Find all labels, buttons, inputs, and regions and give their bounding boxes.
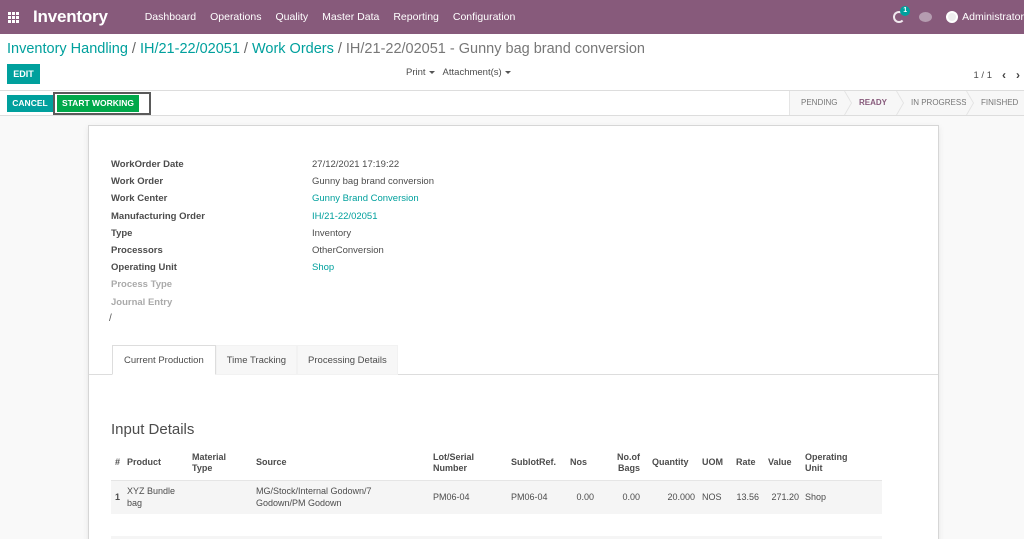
- col-source[interactable]: Source: [256, 445, 287, 481]
- print-dropdown[interactable]: Print: [406, 67, 435, 78]
- menu-item-dashboard[interactable]: Dashboard: [138, 11, 203, 23]
- cell-lot-serial: PM06-04: [433, 491, 470, 502]
- tab-processing-details[interactable]: Processing Details: [297, 345, 398, 375]
- col-lot-serial[interactable]: Lot/Serial Number: [433, 445, 488, 481]
- field-value: Inventory: [312, 227, 352, 239]
- main-menu: Dashboard Operations Quality Master Data…: [138, 11, 523, 23]
- activity-clock-icon[interactable]: 1: [893, 6, 911, 23]
- pager-value[interactable]: 1 / 1: [974, 70, 993, 81]
- form-statusbar: CANCEL START WORKING PENDING READY IN PR…: [0, 91, 1024, 116]
- col-uom[interactable]: UOM: [702, 445, 723, 481]
- top-navbar: Inventory Dashboard Operations Quality M…: [0, 0, 1024, 34]
- breadcrumb-separator: /: [337, 41, 342, 57]
- col-nos[interactable]: Nos: [570, 445, 587, 481]
- breadcrumb: Inventory Handling / IH/21-22/02051/Work O…: [7, 41, 645, 57]
- state-pipeline: PENDING READY IN PROGRESS FINISHED: [789, 91, 1024, 115]
- work-center-link[interactable]: Gunny Brand Conversion: [312, 193, 419, 204]
- table-header: # Product Material Type Source Lot/Seria…: [111, 445, 882, 481]
- attachments-dropdown[interactable]: Attachment(s): [443, 67, 511, 78]
- field-label: Process Type: [111, 279, 173, 291]
- action-dropdowns: Print Attachment(s): [406, 67, 511, 78]
- app-name[interactable]: Inventory: [33, 7, 108, 27]
- user-avatar[interactable]: [946, 11, 959, 23]
- cell-no-of-bags: 0.00: [622, 491, 640, 502]
- col-sublot-ref[interactable]: SublotRef.: [511, 445, 556, 481]
- field-label: Processors: [111, 244, 163, 256]
- form-sheet: WorkOrder Date 27/12/2021 17:19:22 Work …: [88, 125, 939, 539]
- cell-quantity: 20.000: [667, 491, 695, 502]
- print-label: Print: [406, 67, 426, 78]
- col-value[interactable]: Value: [768, 445, 792, 481]
- field-value: Gunny bag brand conversion: [312, 176, 434, 188]
- breadcrumb-separator: /: [243, 41, 248, 57]
- col-rate[interactable]: Rate: [736, 445, 756, 481]
- activity-count-badge: 1: [900, 6, 911, 16]
- table-row[interactable]: 1 XYZ Bundle bag MG/Stock/Internal Godow…: [111, 481, 882, 514]
- state-pending[interactable]: PENDING: [789, 91, 852, 115]
- cell-nos: 0.00: [576, 491, 594, 502]
- cell-rate: 13.56: [736, 491, 759, 502]
- breadcrumb-current: IH/21-22/02051 - Gunny bag brand convers…: [345, 41, 645, 57]
- control-panel: Inventory Handling / IH/21-22/02051/Work O…: [0, 34, 1024, 91]
- user-menu[interactable]: Administrator: [962, 11, 1024, 23]
- menu-item-master-data[interactable]: Master Data: [315, 11, 386, 23]
- state-finished[interactable]: FINISHED: [966, 91, 1024, 115]
- pager: 1 / 1 ‹ ›: [974, 68, 1021, 82]
- field-label: Work Order: [111, 176, 164, 188]
- breadcrumb-work-orders[interactable]: Work Orders: [252, 41, 334, 57]
- breadcrumb-manufacturing-order[interactable]: IH/21-22/02051: [140, 41, 240, 57]
- field-label: Type: [111, 227, 133, 239]
- col-no-of-bags[interactable]: No.of Bags: [606, 445, 640, 481]
- cancel-button[interactable]: CANCEL: [7, 95, 53, 112]
- menu-item-operations[interactable]: Operations: [203, 11, 268, 23]
- field-label: Manufacturing Order: [111, 210, 205, 222]
- tab-current-production[interactable]: Current Production: [112, 345, 216, 375]
- cell-value: 271.20: [771, 491, 799, 502]
- col-number[interactable]: #: [115, 445, 120, 481]
- col-quantity[interactable]: Quantity: [652, 445, 689, 481]
- field-label: WorkOrder Date: [111, 159, 184, 170]
- cell-product: XYZ Bundle bag: [127, 485, 176, 508]
- field-value: 27/12/2021 17:19:22: [312, 159, 400, 170]
- cell-uom: NOS: [702, 491, 722, 502]
- start-working-button[interactable]: START WORKING: [57, 95, 139, 112]
- edit-button[interactable]: EDIT: [7, 64, 40, 84]
- field-label: Journal Entry: [111, 296, 173, 308]
- attachments-label: Attachment(s): [442, 67, 502, 78]
- manufacturing-order-link[interactable]: IH/21-22/02051: [312, 211, 378, 222]
- input-details-table: # Product Material Type Source Lot/Seria…: [111, 445, 882, 514]
- chevron-right-icon[interactable]: ›: [1016, 68, 1020, 82]
- cell-operating-unit: Shop: [805, 491, 827, 502]
- caret-down-icon: [428, 70, 435, 74]
- name-separator: /: [109, 313, 112, 324]
- state-in-progress[interactable]: IN PROGRESS: [896, 91, 974, 115]
- chat-bubbles-icon[interactable]: [919, 12, 933, 22]
- menu-item-quality[interactable]: Quality: [268, 11, 315, 23]
- cell-number: 1: [115, 491, 121, 502]
- tab-time-tracking[interactable]: Time Tracking: [215, 345, 298, 375]
- menu-item-configuration[interactable]: Configuration: [446, 11, 522, 23]
- apps-menu-icon[interactable]: [8, 11, 21, 23]
- caret-down-icon: [504, 70, 511, 74]
- chevron-left-icon[interactable]: ‹: [1002, 68, 1006, 82]
- breadcrumb-separator: /: [131, 41, 136, 57]
- input-details-title: Input Details: [111, 421, 195, 438]
- field-value: OtherConversion: [312, 244, 384, 256]
- operating-unit-link[interactable]: Shop: [312, 262, 334, 273]
- cell-source: MG/Stock/Internal Godown/7 Godown/PM God…: [256, 485, 372, 508]
- menu-item-reporting[interactable]: Reporting: [386, 11, 446, 23]
- field-label: Operating Unit: [111, 262, 177, 274]
- col-product[interactable]: Product: [127, 445, 161, 481]
- notebook-tabs: Current Production Time Tracking Process…: [112, 345, 398, 375]
- cell-sublot-ref: PM06-04: [511, 491, 548, 502]
- col-operating-unit[interactable]: Operating Unit: [805, 445, 855, 481]
- col-material-type[interactable]: Material Type: [192, 445, 242, 481]
- breadcrumb-inventory-handling[interactable]: Inventory Handling: [7, 41, 128, 57]
- field-label: Work Center: [111, 193, 168, 205]
- navbar-systray: 1 Administrator: [893, 0, 1024, 34]
